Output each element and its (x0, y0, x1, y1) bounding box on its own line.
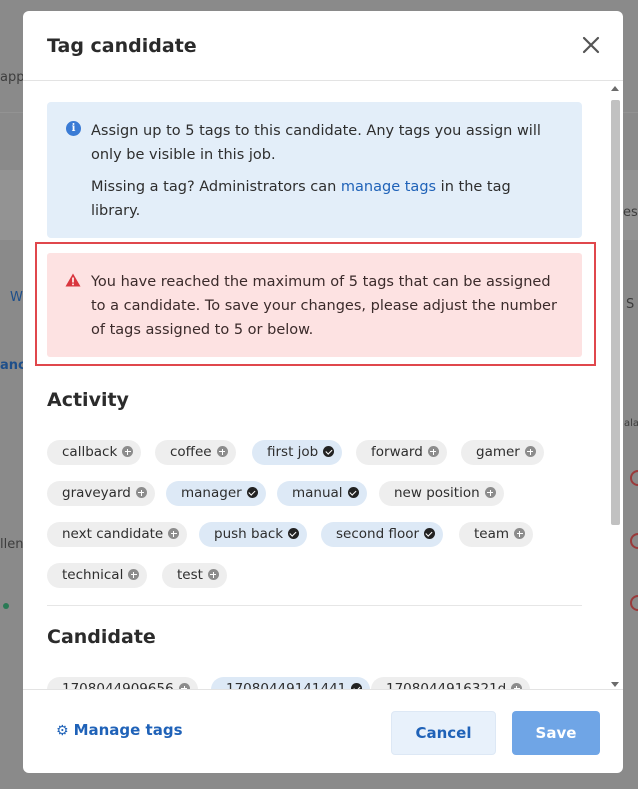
tag-coffee[interactable]: coffee (155, 440, 236, 465)
bg-circle (630, 533, 638, 549)
check-icon (347, 487, 359, 498)
tag-label: coffee (170, 444, 212, 460)
info-text: Assign up to 5 tags to this candidate. A… (91, 123, 541, 163)
plus-icon (122, 446, 134, 457)
tag-manual[interactable]: manual (277, 481, 367, 506)
tag-label: gamer (476, 444, 520, 460)
section-title-candidate: Candidate (47, 626, 156, 648)
tag-label: 1708044916321d (386, 681, 507, 689)
save-button[interactable]: Save (512, 711, 600, 755)
tag-1708044909656[interactable]: 1708044909656 (47, 677, 198, 689)
manage-tags-button[interactable]: ⚙ Manage tags (56, 721, 183, 739)
plus-icon (135, 487, 147, 498)
dialog-footer: ⚙ Manage tags Cancel Save (23, 689, 623, 773)
tag-label: second floor (336, 526, 420, 542)
tag-first-job[interactable]: first job (252, 440, 343, 465)
plus-icon (207, 569, 219, 580)
plus-icon (514, 528, 526, 539)
bg-fragment: ala (624, 418, 638, 429)
cancel-button[interactable]: Cancel (391, 711, 496, 755)
tag-graveyard[interactable]: graveyard (47, 481, 155, 506)
tag-technical[interactable]: technical (47, 563, 148, 588)
error-notice: You have reached the maximum of 5 tags t… (47, 253, 582, 357)
error-text: You have reached the maximum of 5 tags t… (91, 274, 557, 338)
bg-fragment: W (10, 290, 23, 305)
tag-label: test (177, 567, 203, 583)
warning-icon (65, 273, 81, 287)
tag-label: 17080449141441 (226, 681, 347, 689)
tag-label: technical (62, 567, 124, 583)
check-icon (288, 528, 300, 539)
plus-icon (128, 569, 140, 580)
bg-fragment: S (626, 297, 635, 312)
plus-icon (168, 528, 180, 539)
tag-manager[interactable]: manager (166, 481, 266, 506)
bg-circle (630, 595, 638, 611)
tag-gamer[interactable]: gamer (461, 440, 544, 465)
info-prefix: Missing a tag? Administrators can (91, 179, 341, 195)
info-notice: i Assign up to 5 tags to this candidate.… (47, 102, 582, 238)
section-title-activity: Activity (47, 389, 129, 411)
scroll-down-icon[interactable] (611, 682, 619, 687)
scroll-thumb[interactable] (611, 100, 620, 525)
close-button[interactable] (579, 33, 603, 57)
tag-team[interactable]: team (459, 522, 534, 547)
tag-label: manager (181, 485, 242, 501)
tag-label: 1708044909656 (62, 681, 174, 689)
dialog-header: Tag candidate (23, 11, 623, 81)
info-text-missing-tag: Missing a tag? Administrators can manage… (91, 175, 562, 223)
tag-label: new position (394, 485, 480, 501)
tag-forward[interactable]: forward (356, 440, 447, 465)
bg-status-dot (3, 603, 9, 609)
tag-label: first job (267, 444, 319, 460)
plus-icon (484, 487, 496, 498)
close-icon (582, 36, 600, 54)
tag-test[interactable]: test (162, 563, 227, 588)
tag-label: graveyard (62, 485, 131, 501)
tag-candidate-dialog: Tag candidate i Assign up to 5 tags to t… (23, 11, 623, 773)
tag-1708044916321d[interactable]: 1708044916321d (371, 677, 531, 689)
dialog-title: Tag candidate (47, 35, 197, 57)
gear-icon: ⚙ (56, 723, 69, 739)
bg-circle (630, 470, 638, 486)
plus-icon (427, 446, 439, 457)
dialog-body: i Assign up to 5 tags to this candidate.… (23, 82, 623, 689)
plus-icon (216, 446, 228, 457)
tag-push-back[interactable]: push back (199, 522, 308, 547)
tag-next-candidate[interactable]: next candidate (47, 522, 188, 547)
manage-tags-link[interactable]: manage tags (341, 179, 436, 195)
check-icon (246, 487, 258, 498)
bg-fragment: llen (0, 537, 24, 552)
section-divider (47, 605, 582, 606)
tag-callback[interactable]: callback (47, 440, 142, 465)
tag-label: push back (214, 526, 284, 542)
tag-label: team (474, 526, 510, 542)
tag-label: manual (292, 485, 343, 501)
scroll-up-icon[interactable] (611, 86, 619, 91)
tag-second-floor[interactable]: second floor (321, 522, 444, 547)
tag-label: next candidate (62, 526, 164, 542)
tag-17080449141441[interactable]: 17080449141441 (211, 677, 371, 689)
bg-fragment: ess (623, 205, 638, 220)
plus-icon (524, 446, 536, 457)
check-icon (424, 528, 436, 539)
bg-fragment: anc (0, 358, 26, 373)
info-icon: i (66, 121, 81, 136)
body-scrollbar[interactable] (608, 82, 621, 689)
check-icon (323, 446, 335, 457)
manage-tags-label: Manage tags (73, 721, 183, 739)
tag-label: callback (62, 444, 118, 460)
tag-new-position[interactable]: new position (379, 481, 504, 506)
tag-label: forward (371, 444, 423, 460)
